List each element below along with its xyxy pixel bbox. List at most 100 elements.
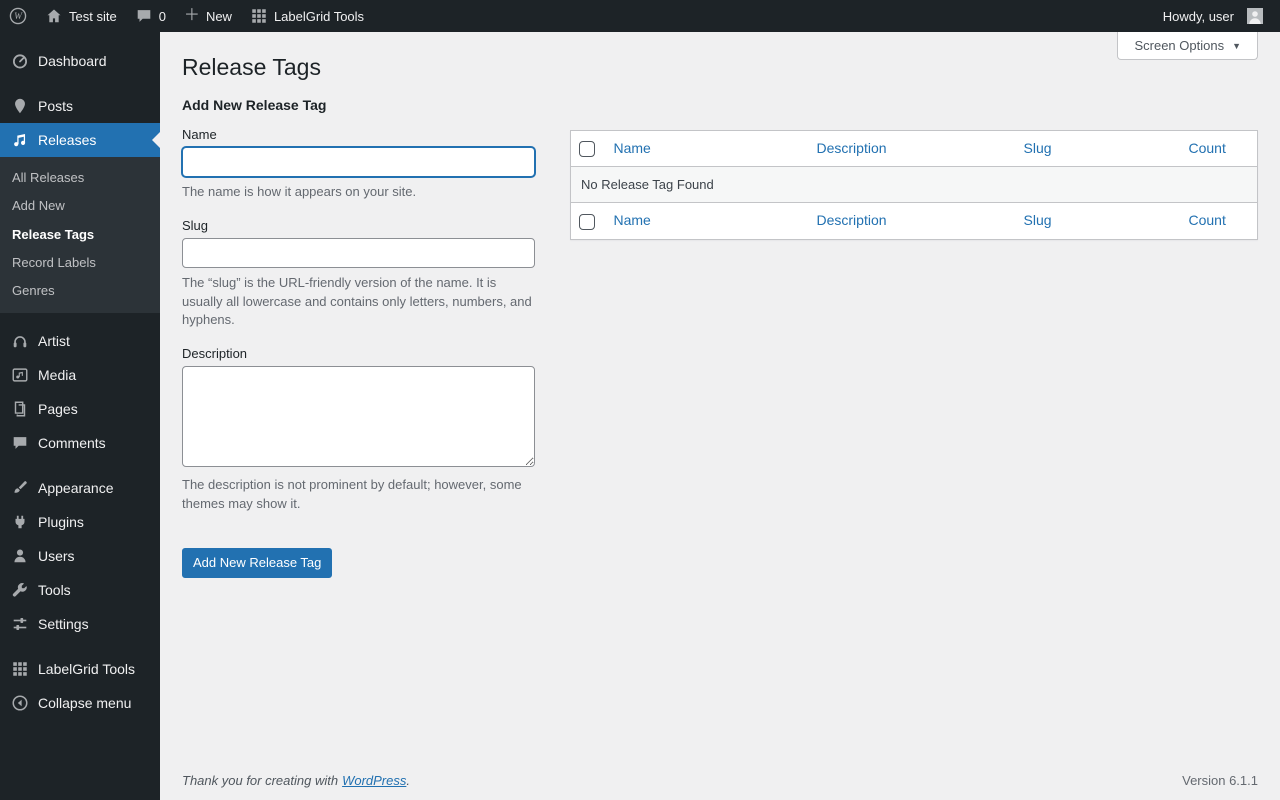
sidebar-item-releases[interactable]: Releases bbox=[0, 123, 160, 157]
description-field-group: Description The description is not promi… bbox=[182, 346, 535, 514]
sidebar-item-label: Releases bbox=[38, 132, 96, 148]
sidebar-item-comments[interactable]: Comments bbox=[0, 426, 160, 460]
sidebar-item-label: Plugins bbox=[38, 514, 84, 530]
footer-version: Version 6.1.1 bbox=[1182, 773, 1258, 788]
menu-separator bbox=[0, 641, 160, 652]
sidebar-item-users[interactable]: Users bbox=[0, 539, 160, 573]
plugin-icon bbox=[10, 513, 29, 531]
sidebar-item-artist[interactable]: Artist bbox=[0, 324, 160, 358]
description-help-text: The description is not prominent by defa… bbox=[182, 476, 535, 514]
sidebar-item-dashboard[interactable]: Dashboard bbox=[0, 44, 160, 78]
releases-submenu: All Releases Add New Release Tags Record… bbox=[0, 157, 160, 313]
slug-label: Slug bbox=[182, 218, 535, 233]
sort-name-link[interactable]: Name bbox=[614, 140, 651, 156]
slug-input[interactable] bbox=[182, 238, 535, 268]
slug-field-group: Slug The “slug” is the URL-friendly vers… bbox=[182, 218, 535, 331]
sidebar-item-posts[interactable]: Posts bbox=[0, 89, 160, 123]
submenu-item-genres[interactable]: Genres bbox=[0, 277, 160, 305]
sidebar-item-labelgrid-tools[interactable]: LabelGrid Tools bbox=[0, 652, 160, 686]
labelgrid-tools-menu[interactable]: LabelGrid Tools bbox=[241, 0, 373, 32]
user-icon bbox=[10, 547, 29, 565]
home-icon bbox=[45, 7, 63, 25]
submenu-item-release-tags[interactable]: Release Tags bbox=[0, 221, 160, 249]
sliders-icon bbox=[10, 615, 29, 633]
screen-options-label: Screen Options bbox=[1134, 38, 1224, 53]
sidebar-item-label: Users bbox=[38, 548, 75, 564]
collapse-menu-label: Collapse menu bbox=[38, 695, 131, 711]
sidebar-item-settings[interactable]: Settings bbox=[0, 607, 160, 641]
column-footer-count: Count bbox=[1179, 203, 1258, 240]
sort-slug-link-bottom[interactable]: Slug bbox=[1024, 212, 1052, 228]
menu-separator bbox=[0, 313, 160, 324]
comment-bubble-icon bbox=[135, 7, 153, 25]
page-title: Release Tags bbox=[182, 53, 1258, 83]
sidebar-item-tools[interactable]: Tools bbox=[0, 573, 160, 607]
name-field-group: Name The name is how it appears on your … bbox=[182, 127, 535, 202]
grid-icon bbox=[250, 7, 268, 25]
select-all-checkbox[interactable] bbox=[579, 141, 595, 157]
table-body: No Release Tag Found bbox=[571, 167, 1258, 203]
sidebar-item-plugins[interactable]: Plugins bbox=[0, 505, 160, 539]
comments-icon bbox=[10, 434, 29, 452]
submenu-item-add-new[interactable]: Add New bbox=[0, 192, 160, 220]
new-label: New bbox=[206, 9, 232, 24]
tags-table-container: Name Description Slug Count No Release T… bbox=[570, 97, 1258, 240]
table-header-row: Name Description Slug Count bbox=[571, 130, 1258, 167]
sidebar-item-media[interactable]: Media bbox=[0, 358, 160, 392]
new-content-menu[interactable]: ＋ New bbox=[175, 0, 241, 32]
site-name-menu[interactable]: Test site bbox=[36, 0, 126, 32]
submenu-item-record-labels[interactable]: Record Labels bbox=[0, 249, 160, 277]
menu-separator bbox=[0, 78, 160, 89]
account-menu[interactable]: Howdy, user bbox=[1154, 0, 1272, 32]
sort-slug-link[interactable]: Slug bbox=[1024, 140, 1052, 156]
sidebar-item-label: Pages bbox=[38, 401, 78, 417]
comments-menu[interactable]: 0 bbox=[126, 0, 175, 32]
column-footer-description: Description bbox=[807, 203, 1014, 240]
collapse-arrow-icon bbox=[10, 694, 29, 712]
menu-separator bbox=[0, 460, 160, 471]
sidebar-item-appearance[interactable]: Appearance bbox=[0, 471, 160, 505]
name-input[interactable] bbox=[182, 147, 535, 177]
name-help-text: The name is how it appears on your site. bbox=[182, 183, 535, 202]
admin-bar-right: Howdy, user bbox=[1154, 0, 1280, 32]
admin-bar-left: W Test site 0 ＋ New LabelGrid Tools bbox=[0, 0, 373, 32]
two-column-layout: Add New Release Tag Name The name is how… bbox=[182, 97, 1258, 578]
select-all-cell-bottom bbox=[571, 203, 604, 240]
pin-icon bbox=[10, 97, 29, 115]
select-all-checkbox-bottom[interactable] bbox=[579, 214, 595, 230]
sidebar-item-label: Settings bbox=[38, 616, 89, 632]
column-header-slug: Slug bbox=[1014, 130, 1179, 167]
screen-options-button[interactable]: Screen Options ▼ bbox=[1117, 32, 1258, 60]
submenu-item-all-releases[interactable]: All Releases bbox=[0, 164, 160, 192]
name-label: Name bbox=[182, 127, 535, 142]
sidebar-item-label: Dashboard bbox=[38, 53, 107, 69]
wordpress-logo-icon: W bbox=[9, 7, 27, 25]
avatar bbox=[1247, 8, 1263, 24]
table-footer: Name Description Slug Count bbox=[571, 203, 1258, 240]
headphones-icon bbox=[10, 332, 29, 350]
column-footer-name: Name bbox=[604, 203, 807, 240]
sidebar-item-label: Posts bbox=[38, 98, 73, 114]
svg-text:W: W bbox=[14, 12, 23, 22]
sort-description-link-bottom[interactable]: Description bbox=[817, 212, 887, 228]
column-header-description: Description bbox=[807, 130, 1014, 167]
admin-bar: W Test site 0 ＋ New LabelGrid Tools bbox=[0, 0, 1280, 32]
collapse-menu-button[interactable]: Collapse menu bbox=[0, 686, 160, 720]
sort-name-link-bottom[interactable]: Name bbox=[614, 212, 651, 228]
main-content: Screen Options ▼ Release Tags Add New Re… bbox=[160, 0, 1280, 800]
select-all-cell bbox=[571, 130, 604, 167]
release-tags-table: Name Description Slug Count No Release T… bbox=[570, 130, 1258, 240]
sidebar-item-label: LabelGrid Tools bbox=[38, 661, 135, 677]
description-textarea[interactable] bbox=[182, 366, 535, 467]
sort-count-link-bottom[interactable]: Count bbox=[1189, 212, 1226, 228]
sort-description-link[interactable]: Description bbox=[817, 140, 887, 156]
wordpress-logo-menu[interactable]: W bbox=[0, 0, 36, 32]
sort-count-link[interactable]: Count bbox=[1189, 140, 1226, 156]
sidebar-item-pages[interactable]: Pages bbox=[0, 392, 160, 426]
page-wrap: Release Tags Add New Release Tag Name Th… bbox=[160, 32, 1280, 773]
pages-icon bbox=[10, 400, 29, 418]
wordpress-link[interactable]: WordPress bbox=[342, 773, 406, 788]
add-new-release-tag-button[interactable]: Add New Release Tag bbox=[182, 548, 332, 578]
column-header-name: Name bbox=[604, 130, 807, 167]
sidebar-item-label: Artist bbox=[38, 333, 70, 349]
